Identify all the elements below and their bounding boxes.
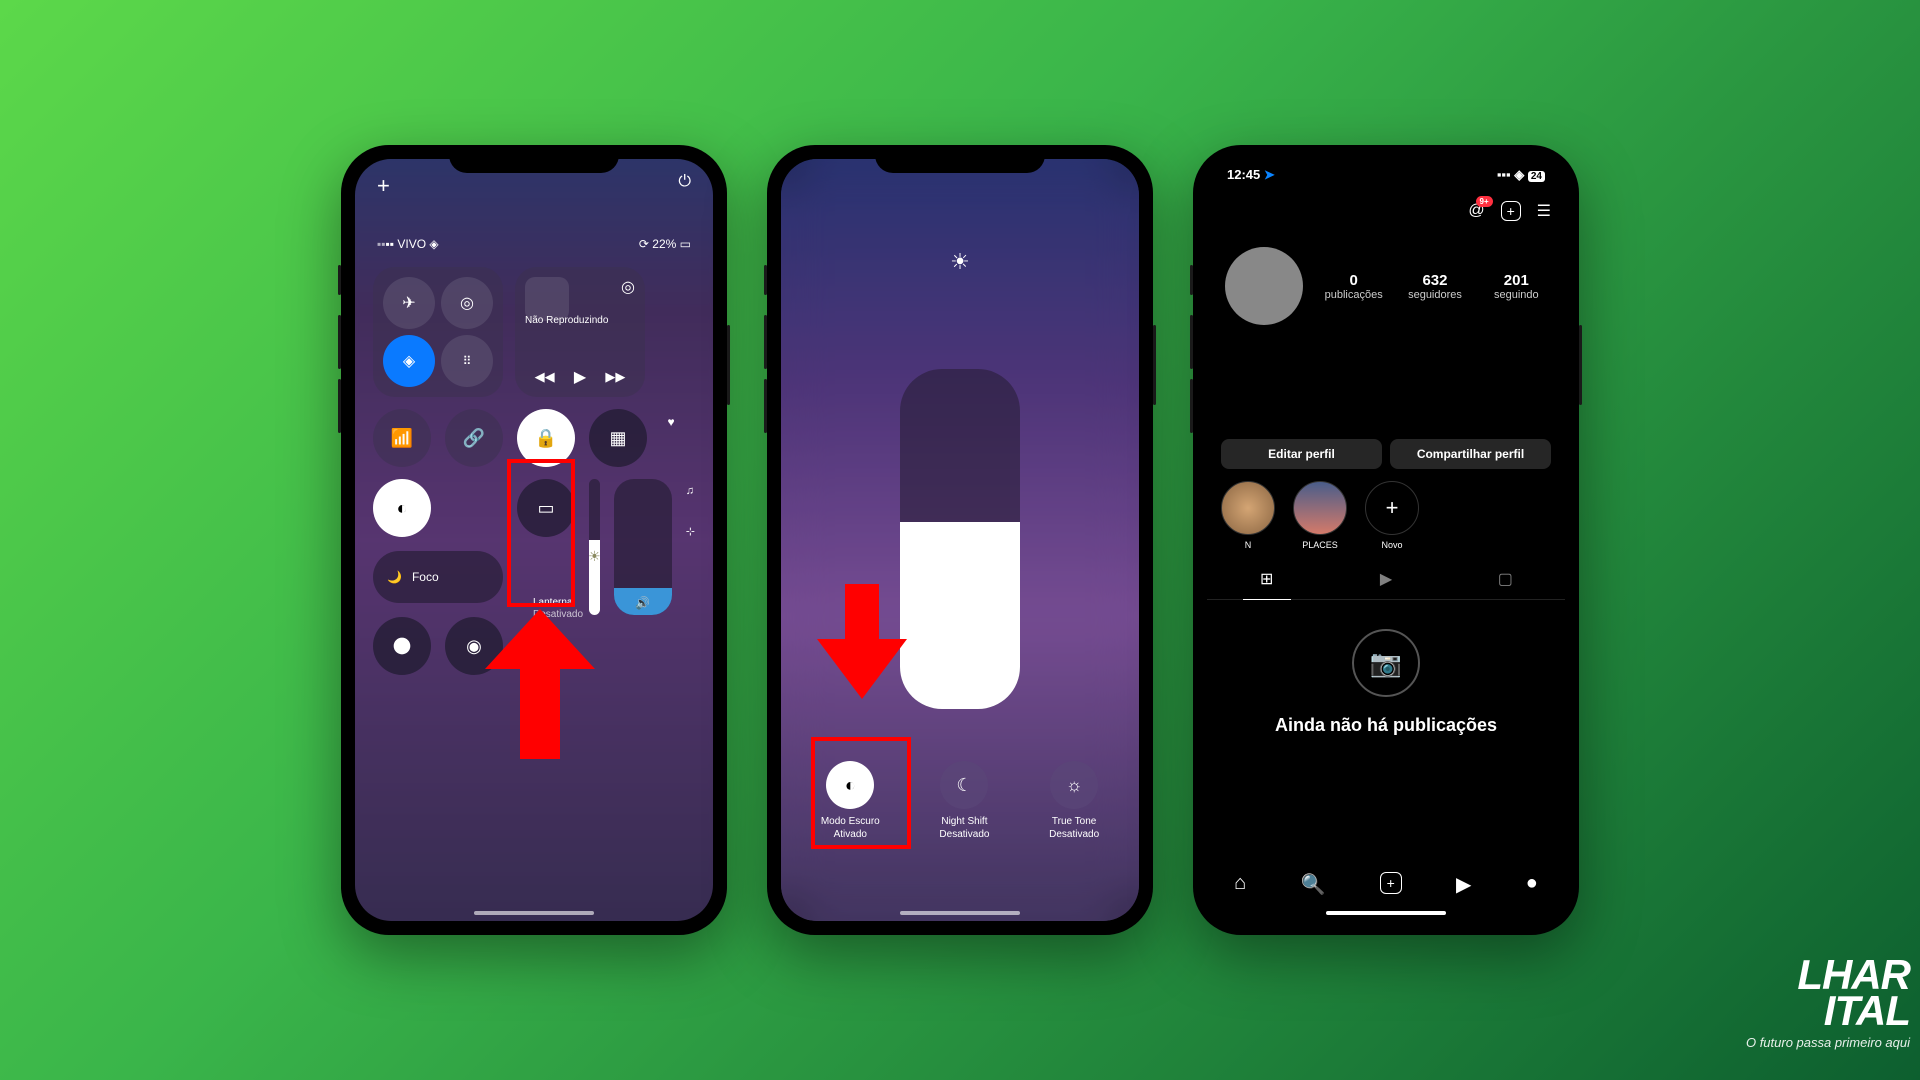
status-icons: ▪▪▪ ◈ 24 xyxy=(1497,167,1545,183)
phone-mockup-2: ☀ ◐ Modo EscuroAtivado ☾ Night ShiftDesa… xyxy=(767,145,1153,935)
following-stat[interactable]: 201 seguindo xyxy=(1486,272,1547,301)
grid-icon: ⊞ xyxy=(1260,571,1273,588)
power-icon[interactable]: ⏻ xyxy=(678,173,691,199)
prev-icon[interactable]: ◀◀ xyxy=(535,369,555,385)
nav-create-icon[interactable]: + xyxy=(1380,872,1402,894)
status-bar: 12:45 ➤ ▪▪▪ ◈ 24 xyxy=(1207,167,1565,183)
nav-reels-icon[interactable]: ▶ xyxy=(1456,872,1471,897)
cellular-bluetooth-icon[interactable]: ⠿ xyxy=(441,335,493,387)
edit-profile-button[interactable]: Editar perfil xyxy=(1221,439,1382,469)
highlight-item[interactable]: PLACES xyxy=(1293,481,1347,550)
notification-badge: 9+ xyxy=(1476,196,1493,207)
home-indicator[interactable] xyxy=(474,911,594,915)
qr-icon[interactable]: ▦ xyxy=(589,409,647,467)
phone-mockup-1: + ⏻ ▪▪▪▪ VIVO ◈ ⟳ 22% ▭ ✈ ◎ ◈ ⠿ xyxy=(341,145,727,935)
nav-profile-icon[interactable]: ● xyxy=(1526,872,1538,897)
cellular-icon[interactable]: 📶 xyxy=(373,409,431,467)
menu-icon[interactable]: ☰ xyxy=(1537,201,1551,221)
rotation-lock-icon[interactable]: 🔒 xyxy=(517,409,575,467)
focus-button[interactable]: 🌙 Foco xyxy=(373,551,503,603)
volume-slider[interactable]: 🔊 xyxy=(614,479,672,615)
sun-icon: ☀ xyxy=(589,548,600,565)
media-panel[interactable]: ◎ Não Reproduzindo ◀◀ ▶ ▶▶ xyxy=(515,267,645,397)
create-icon[interactable]: + xyxy=(1501,201,1521,221)
brightness-slider[interactable]: ☀ xyxy=(589,479,600,615)
sun-icon: ☀ xyxy=(950,249,970,275)
nightshift-option[interactable]: ☾ Night ShiftDesativado xyxy=(939,761,989,841)
watermark: LHAR ITAL O futuro passa primeiro aqui xyxy=(1746,951,1910,1050)
highlight-item[interactable]: N xyxy=(1221,481,1275,550)
arrow-up-icon xyxy=(475,599,605,769)
darkmode-icon: ◐ xyxy=(826,761,874,809)
empty-text: Ainda não há publicações xyxy=(1275,715,1497,736)
next-icon[interactable]: ▶▶ xyxy=(605,369,625,385)
brightness-slider-large[interactable] xyxy=(900,369,1020,709)
moon-icon: 🌙 xyxy=(387,570,402,584)
tab-reels[interactable]: ▶ xyxy=(1326,559,1445,599)
arrow-down-icon xyxy=(807,579,917,709)
lowpower-icon[interactable]: ▭ xyxy=(517,479,575,537)
truetone-icon: ☼ xyxy=(1050,761,1098,809)
media-status: Não Reproduzindo xyxy=(525,315,635,326)
volume-icon: 🔊 xyxy=(635,596,650,610)
threads-button[interactable]: @ 9+ xyxy=(1468,202,1484,220)
avatar[interactable] xyxy=(1225,247,1303,325)
location-icon: ➤ xyxy=(1264,167,1275,182)
wifi-toggle-icon[interactable]: ◈ xyxy=(383,335,435,387)
airdrop-icon[interactable]: ◎ xyxy=(441,277,493,329)
nightshift-icon: ☾ xyxy=(940,761,988,809)
play-icon[interactable]: ▶ xyxy=(574,367,586,387)
darkmode-option[interactable]: ◐ Modo EscuroAtivado xyxy=(821,761,880,841)
darkmode-icon[interactable]: ◐ xyxy=(373,479,431,537)
music-icon[interactable]: ♫ xyxy=(686,485,695,497)
connectivity-panel[interactable]: ✈ ◎ ◈ ⠿ xyxy=(373,267,503,397)
home-indicator[interactable] xyxy=(900,911,1020,915)
home-indicator[interactable] xyxy=(1326,911,1446,915)
highlight-new[interactable]: + Novo xyxy=(1365,481,1419,550)
truetone-option[interactable]: ☼ True ToneDesativado xyxy=(1049,761,1099,841)
focus-label: Foco xyxy=(412,570,439,584)
link-icon[interactable]: 🔗 xyxy=(445,409,503,467)
reels-icon: ▶ xyxy=(1380,571,1392,588)
tagged-icon: ▢ xyxy=(1498,571,1513,588)
tab-tagged[interactable]: ▢ xyxy=(1446,559,1565,599)
wifi-icon: ◈ xyxy=(429,237,438,251)
add-icon[interactable]: + xyxy=(377,173,390,199)
status-bar: ▪▪▪▪ VIVO ◈ ⟳ 22% ▭ xyxy=(355,237,713,251)
camera-icon: 📷 xyxy=(1352,629,1420,697)
posts-stat[interactable]: 0 publicações xyxy=(1323,272,1384,301)
tab-grid[interactable]: ⊞ xyxy=(1207,559,1326,599)
followers-stat[interactable]: 632 seguidores xyxy=(1404,272,1465,301)
shazam-icon[interactable] xyxy=(373,617,431,675)
share-profile-button[interactable]: Compartilhar perfil xyxy=(1390,439,1551,469)
phone-mockup-3: 12:45 ➤ ▪▪▪ ◈ 24 @ 9+ + ☰ 0 publicações … xyxy=(1193,145,1579,935)
airplane-icon[interactable]: ✈ xyxy=(383,277,435,329)
heart-icon[interactable]: ♥ xyxy=(667,415,674,429)
signal-icon[interactable]: ⊹ xyxy=(686,525,695,538)
nav-home-icon[interactable]: ⌂ xyxy=(1234,872,1246,897)
nav-search-icon[interactable]: 🔍 xyxy=(1301,872,1326,897)
